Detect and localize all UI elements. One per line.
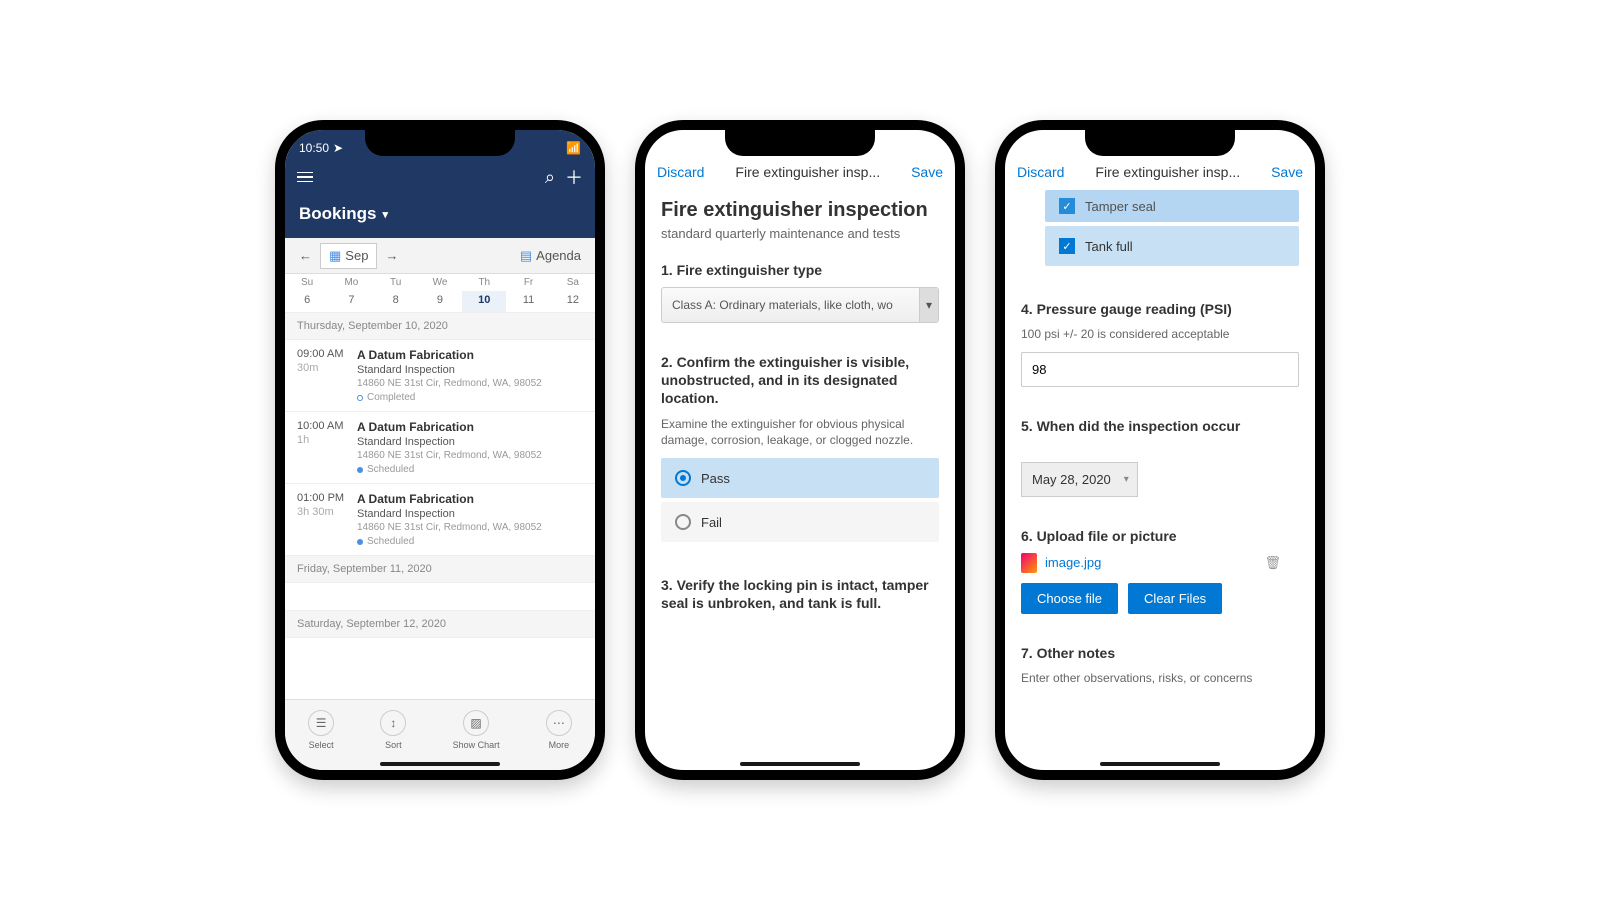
- date-cell-selected[interactable]: 10: [462, 291, 506, 312]
- prev-week-button[interactable]: ←: [291, 242, 320, 269]
- status-dot-icon: [357, 467, 363, 473]
- question-label: 6. Upload file or picture: [1021, 527, 1299, 545]
- date-cell[interactable]: 11: [506, 291, 550, 312]
- question-label: 1. Fire extinguisher type: [661, 261, 939, 279]
- choose-file-button[interactable]: Choose file: [1021, 583, 1118, 614]
- form-header-title: Fire extinguisher insp...: [1095, 164, 1240, 180]
- checkbox-icon: ✓: [1059, 198, 1075, 214]
- location-icon: ➤: [333, 141, 343, 155]
- question-label: 4. Pressure gauge reading (PSI): [1021, 300, 1299, 318]
- file-attachment: image.jpg 🗑: [1021, 553, 1299, 573]
- menu-icon[interactable]: [297, 172, 313, 183]
- chart-icon: ▨: [463, 710, 489, 736]
- question-help: Examine the extinguisher for obvious phy…: [661, 416, 939, 448]
- status-dot-icon: [357, 539, 363, 545]
- form-subtitle: standard quarterly maintenance and tests: [661, 226, 939, 243]
- file-thumbnail-icon: [1021, 553, 1037, 573]
- question-help: Enter other observations, risks, or conc…: [1021, 670, 1299, 686]
- discard-button[interactable]: Discard: [657, 164, 704, 180]
- date-cell[interactable]: 12: [551, 291, 595, 312]
- psi-input[interactable]: [1021, 352, 1299, 387]
- status-time: 10:50: [299, 141, 329, 155]
- calendar-nav: ← ▦ Sep → ▤ Agenda: [285, 238, 595, 274]
- chevron-down-icon: ▾: [919, 288, 938, 322]
- save-button[interactable]: Save: [911, 164, 943, 180]
- calendar-icon: ▦: [329, 248, 341, 264]
- phone-form-2: Discard Fire extinguisher insp... Save ✓…: [995, 120, 1325, 780]
- checkbox-tank-full[interactable]: ✓ Tank full: [1045, 226, 1299, 266]
- month-picker[interactable]: ▦ Sep: [320, 243, 377, 269]
- radio-icon: [675, 470, 691, 486]
- question-label: 3. Verify the locking pin is intact, tam…: [661, 576, 939, 612]
- question-label: 2. Confirm the extinguisher is visible, …: [661, 353, 939, 408]
- clear-files-button[interactable]: Clear Files: [1128, 583, 1222, 614]
- day-section-header: Friday, September 11, 2020: [285, 556, 595, 583]
- phone-form-1: Discard Fire extinguisher insp... Save F…: [635, 120, 965, 780]
- date-cell[interactable]: 9: [418, 291, 462, 312]
- add-icon[interactable]: ＋: [565, 164, 583, 190]
- question-help: 100 psi +/- 20 is considered acceptable: [1021, 326, 1299, 342]
- form-header-title: Fire extinguisher insp...: [735, 164, 880, 180]
- sort-button[interactable]: ↕Sort: [380, 710, 406, 750]
- radio-fail[interactable]: Fail: [661, 502, 939, 542]
- weekday-row: SuMoTuWeThFrSa: [285, 274, 595, 291]
- date-cell[interactable]: 8: [374, 291, 418, 312]
- booking-item[interactable]: 09:00 AM30m A Datum Fabrication Standard…: [285, 340, 595, 412]
- booking-item[interactable]: 01:00 PM3h 30m A Datum Fabrication Stand…: [285, 484, 595, 556]
- radio-icon: [675, 514, 691, 530]
- next-week-button[interactable]: →: [377, 242, 406, 269]
- date-cell[interactable]: 7: [329, 291, 373, 312]
- agenda-button[interactable]: ▤ Agenda: [512, 244, 589, 268]
- view-title[interactable]: Bookings ▾: [285, 196, 595, 238]
- status-dot-icon: [357, 395, 363, 401]
- show-chart-button[interactable]: ▨Show Chart: [453, 710, 500, 750]
- question-label: 7. Other notes: [1021, 644, 1299, 662]
- inspection-date-picker[interactable]: May 28, 2020: [1021, 462, 1138, 497]
- delete-file-icon[interactable]: 🗑: [1264, 555, 1281, 571]
- discard-button[interactable]: Discard: [1017, 164, 1064, 180]
- date-cell[interactable]: 6: [285, 291, 329, 312]
- checkbox-tamper-seal[interactable]: ✓ Tamper seal: [1045, 190, 1299, 222]
- booking-item[interactable]: 10:00 AM1h A Datum Fabrication Standard …: [285, 412, 595, 484]
- search-icon[interactable]: ⌕: [545, 167, 555, 188]
- booking-title: A Datum Fabrication: [357, 348, 583, 362]
- select-button[interactable]: ☰Select: [308, 710, 334, 750]
- extinguisher-type-select[interactable]: Class A: Ordinary materials, like cloth,…: [661, 287, 939, 323]
- select-icon: ☰: [308, 710, 334, 736]
- form-title: Fire extinguisher inspection: [661, 198, 939, 222]
- phone-bookings: 10:50 ➤ 📶 ⌕ ＋ Bookings ▾ ← ▦ Sep →: [275, 120, 605, 780]
- sort-icon: ↕: [380, 710, 406, 736]
- agenda-icon: ▤: [520, 248, 532, 264]
- bottom-toolbar: ☰Select ↕Sort ▨Show Chart ⋯More: [285, 699, 595, 770]
- chevron-down-icon: ▾: [382, 208, 388, 221]
- radio-pass[interactable]: Pass: [661, 458, 939, 498]
- file-name-link[interactable]: image.jpg: [1045, 555, 1101, 570]
- question-label: 5. When did the inspection occur: [1021, 417, 1299, 435]
- more-button[interactable]: ⋯More: [546, 710, 572, 750]
- page-title: Bookings: [299, 204, 376, 224]
- more-icon: ⋯: [546, 710, 572, 736]
- save-button[interactable]: Save: [1271, 164, 1303, 180]
- checkbox-icon: ✓: [1059, 238, 1075, 254]
- day-section-header: Thursday, September 10, 2020: [285, 313, 595, 340]
- date-row: 6 7 8 9 10 11 12: [285, 291, 595, 313]
- day-section-header: Saturday, September 12, 2020: [285, 611, 595, 638]
- signal-icon: 📶: [566, 141, 581, 155]
